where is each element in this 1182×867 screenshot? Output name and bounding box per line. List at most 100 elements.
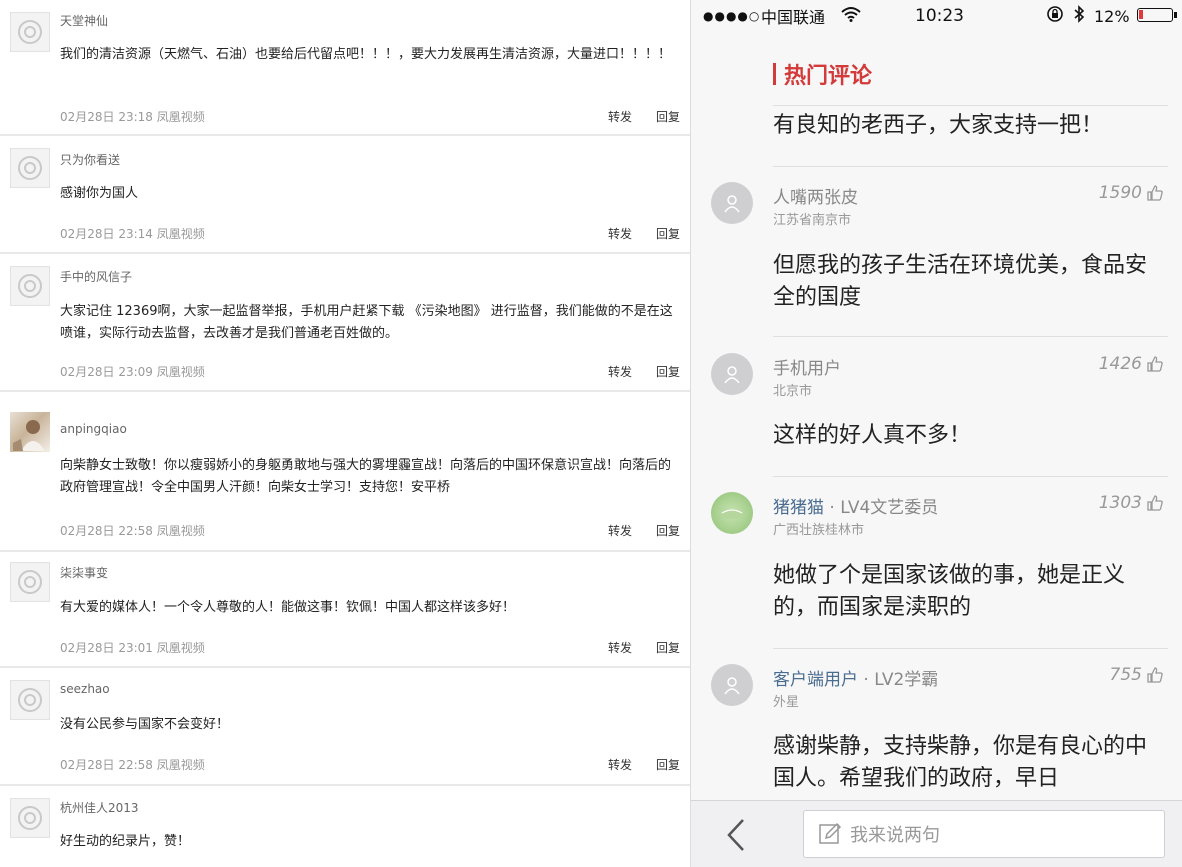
avatar[interactable] [711,353,753,395]
avatar[interactable] [711,492,753,534]
avatar[interactable] [10,12,50,52]
like-button[interactable]: 755 [1110,665,1164,685]
avatar[interactable] [10,680,50,720]
comment-text: 感谢你为国人 [60,186,139,201]
avatar[interactable] [10,798,50,838]
default-avatar-icon [18,688,42,712]
comment-item: anpingqiao 向柴静女士致敬！你以瘦弱娇小的身躯勇敢地与强大的雾埋霾宣战… [0,392,690,552]
commenter-name[interactable]: 猪猪猫 · LV4文艺委员 [773,493,938,518]
comment-actions: 转发 回复 [584,639,680,656]
commenter-name[interactable]: 杭州佳人2013 [60,799,139,816]
commenter-name[interactable]: seezhao [60,682,110,696]
divider [773,336,1168,337]
comment-meta: 02月28日 22:58 凤凰视频 [60,758,205,772]
divider [773,648,1168,649]
comment-text: 我们的清洁资源（天燃气、石油）也要给后代留点吧！！！，要大力发展再生清洁资源，大… [60,47,672,62]
like-count: 1303 [1098,493,1142,513]
reply-button[interactable]: 回复 [656,641,680,655]
avatar[interactable] [711,664,753,706]
commenter-location: 广西壮族桂林市 [773,523,865,538]
hot-comments-heading: 热门评论 [773,58,872,90]
edit-icon [819,822,842,844]
reply-button[interactable]: 回复 [656,110,680,124]
battery-icon [1137,8,1177,22]
person-icon [724,195,740,213]
comment-item: 柒柒事变 有大爱的媒体人！一个令人尊敬的人！能做这事！钦佩！中国人都这样该多好！… [0,552,690,668]
reply-button[interactable]: 回复 [656,524,680,538]
forward-button[interactable]: 转发 [608,524,632,538]
default-avatar-icon [18,156,42,180]
comment-item: 手中的风信子 大家记住 12369啊，大家一起监督举报，手机用户赶紧下载 《污染… [0,254,690,392]
comment-text: 向柴静女士致敬！你以瘦弱娇小的身躯勇敢地与强大的雾埋霾宣战！向落后的中国环保意识… [60,458,672,495]
avatar[interactable] [711,182,753,224]
commenter-name[interactable]: 只为你看送 [60,151,120,168]
forward-button[interactable]: 转发 [608,758,632,772]
like-count: 1426 [1098,354,1142,374]
like-count: 1590 [1098,183,1142,203]
like-count: 755 [1109,665,1142,685]
like-button[interactable]: 1303 [1099,493,1164,513]
reply-button[interactable]: 回复 [656,758,680,772]
commenter-location: 江苏省南京市 [773,213,852,228]
forward-button[interactable]: 转发 [608,365,632,379]
user-photo-avatar[interactable] [10,412,50,452]
comment-text: 这样的好人真不多！ [773,423,972,448]
commenter-name[interactable]: 手机用户 [773,354,841,379]
comment-meta: 02月28日 23:01 凤凰视频 [60,641,205,655]
avatar[interactable] [10,148,50,188]
comment-input[interactable]: 我来说两句 [803,810,1165,858]
clock: 10:23 [915,6,964,26]
avatar[interactable] [10,562,50,602]
thumbs-up-icon [1147,185,1163,201]
comment-actions: 转发 回复 [584,225,680,242]
comment-meta: 02月28日 23:14 凤凰视频 [60,227,205,241]
hot-comments-title: 热门评论 [784,64,873,89]
avatar[interactable] [10,266,50,306]
reply-button[interactable]: 回复 [656,227,680,241]
cat-photo-icon [720,509,744,519]
commenter-name-text: 猪猪猫 [773,498,824,518]
commenter-name[interactable]: anpingqiao [60,422,127,436]
bluetooth-icon [1073,5,1085,27]
battery-percent: 12% [1094,6,1130,26]
screenshot-composite: 天堂神仙 我们的清洁资源（天燃气、石油）也要给后代留点吧！！！，要大力发展再生清… [0,0,1182,867]
input-placeholder: 我来说两句 [850,825,940,846]
forward-button[interactable]: 转发 [608,110,632,124]
commenter-name[interactable]: 手中的风信子 [60,268,132,285]
like-button[interactable]: 1590 [1099,183,1164,203]
comment-meta: 02月28日 23:09 凤凰视频 [60,365,205,379]
person-photo-icon [13,420,45,451]
commenter-level: · LV4文艺委员 [824,498,939,518]
comment-text: 有大爱的媒体人！一个令人尊敬的人！能做这事！钦佩！中国人都这样该多好！ [60,600,516,615]
commenter-name[interactable]: 客户端用户 · LV2学霸 [773,665,938,690]
mobile-comment-panel: ●●●●○ 中国联通 10:23 12% 热门评论 有良知的老西子，大家支持一把… [690,0,1182,867]
commenter-location: 外星 [773,695,800,710]
comment-actions: 转发 回复 [584,363,680,380]
comment-text: 大家记住 12369啊，大家一起监督举报，手机用户赶紧下载 《污染地图》 进行监… [60,304,673,341]
battery-level-fill [1139,10,1143,19]
comment-item: 杭州佳人2013 好生动的纪录片，赞！ [0,786,690,867]
status-bar: ●●●●○ 中国联通 10:23 12% [691,0,1182,32]
comment-actions: 转发 回复 [584,108,680,125]
person-icon [724,366,740,384]
commenter-name[interactable]: 人嘴两张皮 [773,183,858,208]
forward-button[interactable]: 转发 [608,641,632,655]
commenter-name[interactable]: 天堂神仙 [60,12,108,29]
like-button[interactable]: 1426 [1099,354,1164,374]
comment-meta: 02月28日 23:18 凤凰视频 [60,110,205,124]
default-avatar-icon [18,806,42,830]
comment-text: 没有公民参与国家不会变好！ [60,717,230,732]
comment-actions: 转发 回复 [584,522,680,539]
reply-button[interactable]: 回复 [656,365,680,379]
comment-text: 好生动的纪录片，赞！ [60,834,191,849]
comment-item: seezhao 没有公民参与国家不会变好！ 02月28日 22:58 凤凰视频 … [0,668,690,786]
commenter-name[interactable]: 柒柒事变 [60,564,108,581]
back-button[interactable] [723,817,753,853]
comment-text: 她做了个是国家该做的事，她是正义的，而国家是渎职的 [773,563,1126,620]
forward-button[interactable]: 转发 [608,227,632,241]
comment-text: 感谢柴静，支持柴静，你是有良心的中国人。希望我们的政府，早日 [773,734,1148,791]
carrier-name: 中国联通 [761,8,826,27]
thumbs-up-icon [1147,495,1163,511]
divider [773,105,1168,106]
default-avatar-icon [18,570,42,594]
